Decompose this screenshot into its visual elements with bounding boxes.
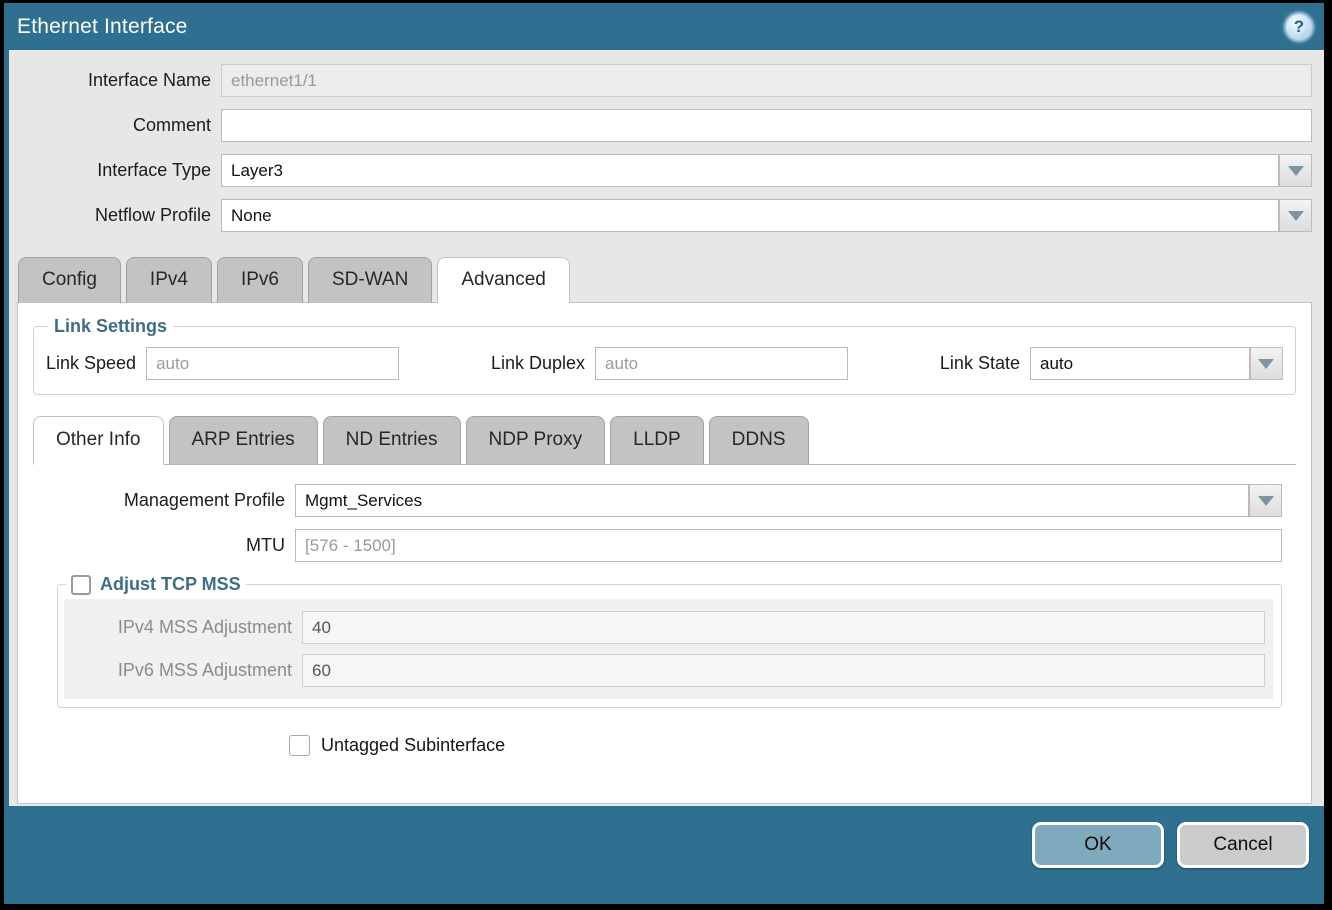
comment-row: Comment [17,109,1312,142]
tab-nd-entries[interactable]: ND Entries [323,416,461,464]
untagged-subinterface-checkbox[interactable] [289,735,310,756]
tab-advanced[interactable]: Advanced [437,257,570,303]
chevron-down-icon [1258,496,1274,514]
dialog-titlebar: Ethernet Interface ? [4,3,1324,50]
ipv6-mss-row: IPv6 MSS Adjustment [64,654,1265,687]
dialog-title: Ethernet Interface [17,15,188,39]
ipv6-mss-label: IPv6 MSS Adjustment [64,660,302,681]
link-duplex-row: Link Duplex [491,347,848,380]
tab-sd-wan[interactable]: SD-WAN [308,257,432,303]
management-profile-label: Management Profile [33,490,295,511]
netflow-profile-row: Netflow Profile [17,199,1312,232]
tab-lldp[interactable]: LLDP [610,416,704,464]
adjust-tcp-mss-group: Adjust TCP MSS IPv4 MSS Adjustment IPv6 … [57,574,1282,708]
interface-type-row: Interface Type [17,154,1312,187]
tab-config[interactable]: Config [18,257,121,303]
sub-tab-bar: Other Info ARP Entries ND Entries NDP Pr… [33,416,1296,465]
other-info-panel: Management Profile MTU Adjust TCP [33,465,1296,756]
advanced-tab-panel: Link Settings Link Speed Link Duplex Lin… [17,302,1312,804]
comment-label: Comment [17,115,221,136]
interface-name-label: Interface Name [17,70,221,91]
link-speed-row: Link Speed [46,347,399,380]
chevron-down-icon [1288,211,1304,229]
interface-name-field [221,64,1312,97]
adjust-tcp-mss-label: Adjust TCP MSS [100,574,241,595]
main-tab-bar: Config IPv4 IPv6 SD-WAN Advanced [17,257,1312,303]
mtu-field[interactable] [295,529,1282,562]
tab-other-info[interactable]: Other Info [33,416,164,465]
chevron-down-icon [1288,166,1304,184]
untagged-subinterface-row: Untagged Subinterface [289,735,1282,756]
management-profile-row: Management Profile [33,484,1282,517]
interface-type-label: Interface Type [17,160,221,181]
netflow-profile-field[interactable] [221,199,1279,232]
mtu-label: MTU [33,535,295,556]
mss-disabled-block: IPv4 MSS Adjustment IPv6 MSS Adjustment [64,599,1273,699]
management-profile-dropdown-button[interactable] [1249,484,1282,517]
link-state-field[interactable] [1030,347,1250,380]
netflow-profile-label: Netflow Profile [17,205,221,226]
link-speed-field[interactable] [146,347,399,380]
adjust-tcp-mss-legend: Adjust TCP MSS [66,574,246,595]
untagged-subinterface-label: Untagged Subinterface [321,735,505,756]
ipv4-mss-field [302,611,1265,644]
link-state-label: Link State [940,353,1030,374]
ipv6-mss-field [302,654,1265,687]
tab-ipv6[interactable]: IPv6 [217,257,303,303]
adjust-tcp-mss-checkbox[interactable] [71,575,91,595]
help-icon[interactable]: ? [1284,12,1314,42]
ipv4-mss-row: IPv4 MSS Adjustment [64,611,1265,644]
ok-button[interactable]: OK [1032,822,1164,868]
link-duplex-field[interactable] [595,347,848,380]
ethernet-interface-dialog: Ethernet Interface ? Interface Name Comm… [4,3,1324,904]
link-state-row: Link State [940,347,1283,380]
tab-ddns[interactable]: DDNS [709,416,809,464]
interface-type-field[interactable] [221,154,1279,187]
netflow-profile-dropdown-button[interactable] [1279,199,1312,232]
cancel-button[interactable]: Cancel [1177,822,1309,868]
tab-arp-entries[interactable]: ARP Entries [169,416,318,464]
link-settings-legend: Link Settings [48,316,173,337]
link-speed-label: Link Speed [46,353,146,374]
chevron-down-icon [1258,359,1274,377]
comment-field[interactable] [221,109,1312,142]
link-state-dropdown-button[interactable] [1250,347,1283,380]
interface-name-row: Interface Name [17,64,1312,97]
link-duplex-label: Link Duplex [491,353,595,374]
tab-ndp-proxy[interactable]: NDP Proxy [466,416,606,464]
management-profile-field[interactable] [295,484,1249,517]
dialog-footer: OK Cancel [4,806,1324,904]
tab-ipv4[interactable]: IPv4 [126,257,212,303]
interface-type-dropdown-button[interactable] [1279,154,1312,187]
dialog-body: Interface Name Comment Interface Type Ne… [4,50,1324,806]
mtu-row: MTU [33,529,1282,562]
link-settings-group: Link Settings Link Speed Link Duplex Lin… [33,316,1296,395]
ipv4-mss-label: IPv4 MSS Adjustment [64,617,302,638]
